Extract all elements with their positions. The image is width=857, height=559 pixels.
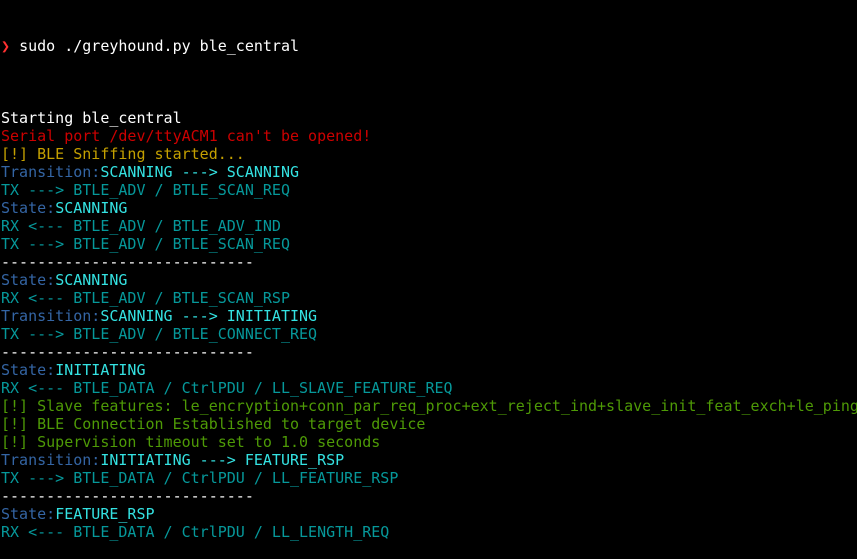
output-segment: TX ---> BTLE_ADV / BTLE_SCAN_REQ [1,235,290,253]
output-segment: Transition: [1,451,101,469]
output-segment: Transition: [1,307,101,325]
output-line: State:SCANNING [1,271,857,289]
output-segment: RX <--- BTLE_ADV / BTLE_SCAN_RSP [1,289,290,307]
output-segment: State: [1,361,56,379]
output-line: RX <--- BTLE_ADV / BTLE_ADV_IND [1,217,857,235]
output-line: Serial port /dev/ttyACM1 can't be opened… [1,127,857,145]
output-line: State:INITIATING [1,361,857,379]
output-segment: SCANNING [55,199,128,217]
prompt-line: ❯ sudo ./greyhound.py ble_central [1,37,857,55]
output-segment: SCANNING [55,271,128,289]
output-line: RX <--- BTLE_ADV / BTLE_SCAN_RSP [1,289,857,307]
output-line: State:FEATURE_RSP [1,505,857,523]
output-segment: SCANNING ---> INITIATING [100,307,318,325]
output-segment: RX <--- BTLE_DATA / CtrlPDU / LL_LENGTH_… [1,523,390,541]
output-line: TX ---> BTLE_ADV / BTLE_SCAN_REQ [1,181,857,199]
output-segment: Starting ble_central [1,109,182,127]
output-segment: SCANNING ---> SCANNING [100,163,300,181]
output-line: [!] BLE Sniffing started... [1,145,857,163]
output-line: TX ---> BTLE_ADV / BTLE_CONNECT_REQ [1,325,857,343]
output-segment: FEATURE_RSP [55,505,155,523]
output-line: Starting ble_central [1,109,857,127]
output-line: [!] Supervision timeout set to 1.0 secon… [1,433,857,451]
output-segment: ---------------------------- [1,343,254,361]
output-line: [!] BLE Connection Established to target… [1,415,857,433]
output-line: Transition:SCANNING ---> INITIATING [1,307,857,325]
output-line: [!] Slave features: le_encryption+conn_p… [1,397,857,415]
output-segment: RX <--- BTLE_DATA / CtrlPDU / LL_SLAVE_F… [1,379,453,397]
prompt-chevron-icon: ❯ [1,37,11,55]
output-segment: ---------------------------- [1,253,254,271]
output-line: TX ---> BTLE_ADV / BTLE_SCAN_REQ [1,235,857,253]
output-segment: Serial port /dev/ttyACM1 can't be opened… [1,127,372,145]
output-segment: TX ---> BTLE_ADV / BTLE_CONNECT_REQ [1,325,318,343]
output-line: Transition:INITIATING ---> FEATURE_RSP [1,451,857,469]
output-segment: [!] BLE Connection Established to target… [1,415,426,433]
output-segment: RX <--- BTLE_ADV / BTLE_ADV_IND [1,217,281,235]
output-segment: [!] Supervision timeout set to 1.0 secon… [1,433,381,451]
output-segment: INITIATING ---> FEATURE_RSP [100,451,345,469]
output-line: Transition:SCANNING ---> SCANNING [1,163,857,181]
output-line: RX <--- BTLE_DATA / CtrlPDU / LL_LENGTH_… [1,523,857,541]
output-segment: TX ---> BTLE_DATA / CtrlPDU / LL_FEATURE… [1,469,399,487]
output-line: RX <--- BTLE_DATA / CtrlPDU / LL_SLAVE_F… [1,379,857,397]
command-text: sudo ./greyhound.py ble_central [19,37,300,55]
output-line: ---------------------------- [1,343,857,361]
output-segment: TX ---> BTLE_ADV / BTLE_SCAN_REQ [1,181,290,199]
output-segment: [!] Slave features: le_encryption+conn_p… [1,397,857,415]
output-segment: INITIATING [55,361,146,379]
output-line: ---------------------------- [1,487,857,505]
output-segment: State: [1,271,56,289]
output-line: State:SCANNING [1,199,857,217]
output-line: ---------------------------- [1,253,857,271]
output-segment: Transition: [1,163,101,181]
output-line: TX ---> BTLE_DATA / CtrlPDU / LL_FEATURE… [1,469,857,487]
terminal-output[interactable]: ❯ sudo ./greyhound.py ble_central Starti… [1,1,857,559]
output-segment: State: [1,505,56,523]
output-segment: State: [1,199,56,217]
output-segment: ---------------------------- [1,487,254,505]
output-segment: [!] BLE Sniffing started... [1,145,245,163]
